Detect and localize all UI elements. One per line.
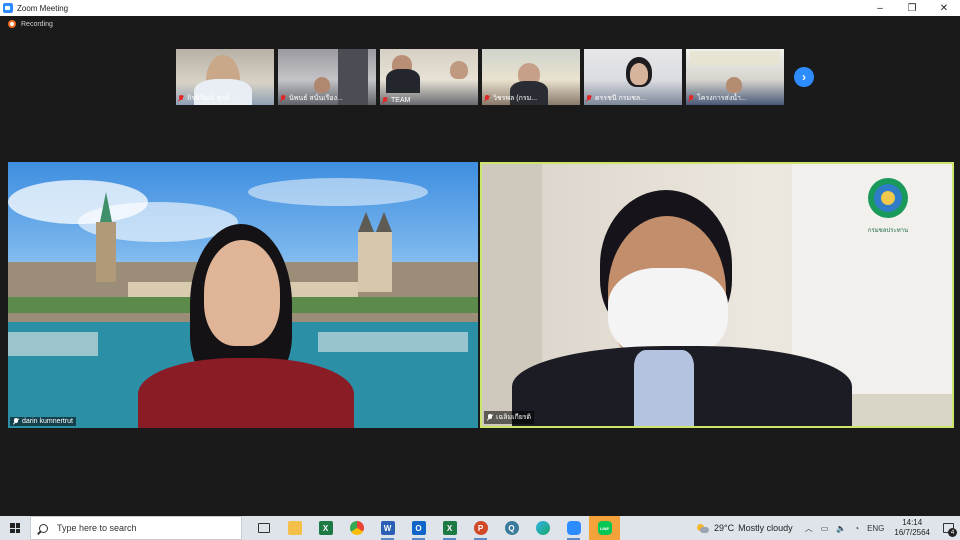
participant-thumbnail[interactable]: ดรรชนี กรมชล... (584, 49, 682, 105)
windows-taskbar: Type here to search X W O X P Q LINE 29°… (0, 516, 960, 540)
window-title: Zoom Meeting (17, 3, 69, 13)
mic-muted-icon (280, 95, 286, 102)
clock-time: 14:14 (902, 518, 923, 527)
rid-logo: กรมชลประทาน (866, 176, 910, 234)
participant-video (726, 77, 742, 93)
search-placeholder: Type here to search (57, 523, 137, 533)
participant-face (204, 240, 280, 346)
mic-muted-icon (688, 95, 694, 102)
mic-muted-icon (178, 95, 184, 102)
edge-icon (535, 521, 550, 535)
windows-icon (10, 523, 20, 533)
mic-icon (13, 418, 19, 425)
system-tray: 29°C Mostly cloudy ︿ ▭ 🔈 ◔ ENG 14:14 16/… (697, 516, 960, 540)
start-button[interactable] (0, 516, 30, 540)
outlook-button[interactable]: O (403, 516, 434, 540)
participant-face (630, 63, 648, 85)
maximize-button[interactable]: ❐ (896, 0, 928, 16)
mic-icon (487, 414, 493, 421)
participant-name: นิพนธ์ สนั่นเรือง... (289, 95, 343, 102)
search-icon (39, 523, 48, 533)
file-explorer-button[interactable] (279, 516, 310, 540)
excel-icon: X (318, 521, 333, 535)
main-video-left[interactable]: darin kumnertrut (8, 162, 478, 428)
app-q-icon: Q (504, 521, 519, 535)
edge-button[interactable] (527, 516, 558, 540)
clock-date: 16/7/2564 (894, 528, 930, 537)
taskbar-apps: X W O X P Q LINE (248, 516, 620, 540)
participant-name: เฉลิมเกียรติ (496, 414, 532, 421)
zoom-app-icon (3, 3, 13, 13)
recording-indicator[interactable]: Recording (8, 20, 53, 28)
participant-thumbnail[interactable]: ถิรพิรัฒน์ สุกดิ... (176, 49, 274, 105)
outlook-icon: O (411, 521, 426, 535)
close-button[interactable]: ✕ (928, 0, 960, 16)
powerpoint-button[interactable]: P (465, 516, 496, 540)
recording-label: Recording (21, 20, 53, 28)
participant-video (450, 61, 468, 79)
folder-icon (287, 521, 302, 535)
participant-thumbnail[interactable]: วิชรพล (กรม... (482, 49, 580, 105)
participant-body (386, 69, 420, 93)
participant-thumbnail[interactable]: โครงการส่งน้ำ... (686, 49, 784, 105)
record-icon (8, 20, 16, 28)
task-view-icon (257, 523, 270, 533)
zoom-icon (566, 521, 581, 535)
language-indicator[interactable]: ENG (867, 524, 884, 533)
window-controls: – ❐ ✕ (864, 0, 960, 16)
task-view-button[interactable] (248, 516, 279, 540)
excel-2-button[interactable]: X (434, 516, 465, 540)
chevron-up-icon[interactable]: ︿ (805, 523, 813, 534)
chrome-button[interactable] (341, 516, 372, 540)
participant-background (690, 51, 780, 65)
mic-muted-icon (484, 95, 490, 102)
title-bar: Zoom Meeting – ❐ ✕ (0, 0, 960, 16)
line-button[interactable]: LINE (589, 516, 620, 540)
logo-caption: กรมชลประทาน (867, 228, 909, 234)
participant-name: วิชรพล (กรม... (493, 95, 538, 102)
participant-video (314, 77, 330, 93)
participant-name: โครงการส่งน้ำ... (697, 95, 747, 102)
notification-badge: 4 (948, 528, 957, 537)
mic-muted-icon (382, 97, 388, 104)
excel-button[interactable]: X (310, 516, 341, 540)
next-page-button[interactable]: › (794, 67, 814, 87)
participant-name: ถิรพิรัฒน์ สุกดิ... (187, 95, 236, 102)
participant-thumbnail[interactable]: TEAM (380, 49, 478, 105)
cushion (842, 394, 952, 426)
chevron-right-icon: › (802, 70, 806, 84)
wifi-icon[interactable]: ◔ (854, 524, 859, 533)
excel-icon: X (442, 521, 457, 535)
app-q-button[interactable]: Q (496, 516, 527, 540)
volume-icon[interactable]: 🔈 (836, 524, 846, 533)
participant-shirt (634, 350, 694, 426)
taskbar-search[interactable]: Type here to search (30, 516, 242, 540)
line-icon: LINE (597, 521, 612, 535)
weather-cloudy-icon (697, 523, 710, 533)
powerpoint-icon: P (473, 521, 488, 535)
weather-condition: Mostly cloudy (738, 523, 793, 533)
clock[interactable]: 14:14 16/7/2564 (894, 518, 930, 538)
participant-name: ดรรชนี กรมชล... (595, 95, 647, 102)
notification-center-button[interactable]: 4 (936, 516, 960, 540)
weather-widget[interactable]: 29°C Mostly cloudy (697, 523, 793, 533)
main-video-right-active-speaker[interactable]: กรมชลประทาน เฉลิมเกียรติ (480, 162, 954, 428)
chrome-icon (349, 521, 364, 535)
battery-icon[interactable]: ▭ (821, 524, 829, 533)
mic-muted-icon (586, 95, 592, 102)
participant-thumbnail[interactable]: นิพนธ์ สนั่นเรือง... (278, 49, 376, 105)
participant-name: darin kumnertrut (22, 418, 73, 425)
weather-temp: 29°C (714, 523, 735, 533)
participant-body (138, 358, 354, 428)
participant-name: TEAM (391, 97, 411, 104)
word-button[interactable]: W (372, 516, 403, 540)
zoom-button[interactable] (558, 516, 589, 540)
minimize-button[interactable]: – (864, 0, 896, 16)
thumbnail-strip: ถิรพิรัฒน์ สุกดิ... นิพนธ์ สนั่นเรือง...… (176, 49, 784, 105)
meeting-area: Recording ถิรพิรัฒน์ สุกดิ... นิพนธ์ สนั… (0, 16, 960, 516)
word-icon: W (380, 521, 395, 535)
